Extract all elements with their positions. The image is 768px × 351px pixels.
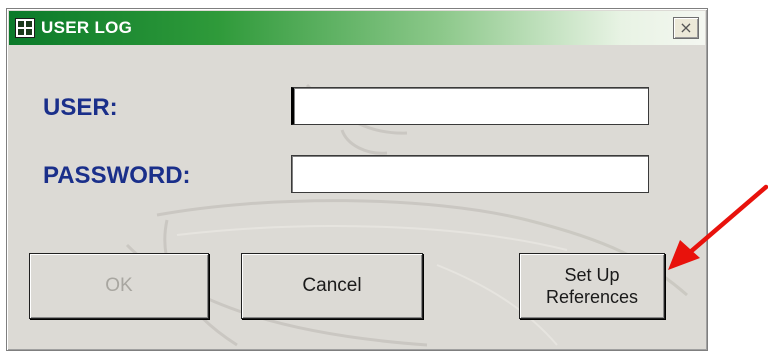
user-label: USER: [43,94,118,121]
ok-button-label: OK [105,275,133,296]
cancel-button-label: Cancel [302,275,362,296]
window-title: USER LOG [41,18,133,37]
close-button[interactable]: × [673,17,699,39]
ok-button[interactable]: OK [29,253,209,319]
cancel-button[interactable]: Cancel [241,253,423,319]
title-bar[interactable]: USER LOG × [9,11,705,45]
close-icon: × [679,18,693,37]
password-label: PASSWORD: [43,162,191,189]
user-input[interactable] [291,87,649,125]
screen: USER LOG × USER: PASSWORD: OK Cancel Set… [0,0,768,351]
user-log-dialog: USER LOG × USER: PASSWORD: OK Cancel Set… [6,8,708,351]
set-up-references-button[interactable]: Set Up References [519,253,665,319]
set-up-references-label-line1: Set Up [564,265,620,285]
set-up-references-label-line2: References [545,287,639,307]
password-input[interactable] [291,155,649,193]
form-icon [15,18,35,38]
